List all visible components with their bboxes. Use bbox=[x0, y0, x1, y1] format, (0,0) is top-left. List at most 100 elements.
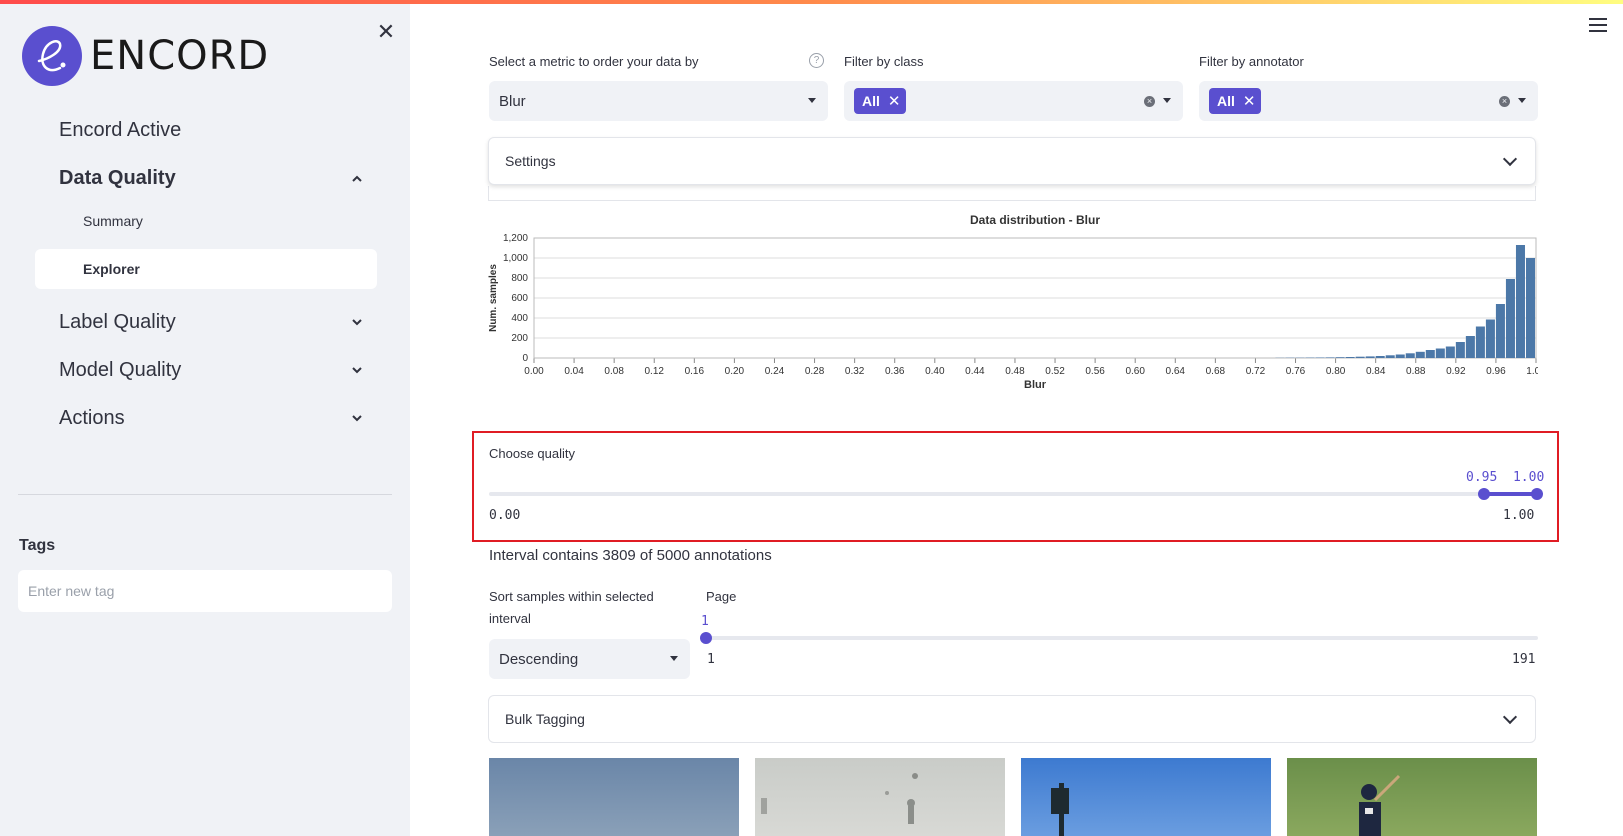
sidebar-item-label: Model Quality bbox=[59, 358, 182, 381]
chart-bar bbox=[1465, 336, 1475, 358]
chart-x-tick-label: 0.88 bbox=[1406, 366, 1426, 377]
chevron-up-icon bbox=[350, 171, 364, 185]
chart-bar bbox=[1405, 353, 1415, 358]
chart-bar bbox=[1515, 245, 1525, 358]
quality-slider-high-handle[interactable] bbox=[1531, 488, 1543, 500]
sidebar-subitem-explorer[interactable]: Explorer bbox=[83, 261, 140, 277]
quality-slider-low-handle[interactable] bbox=[1478, 488, 1490, 500]
chart-bar bbox=[1415, 351, 1425, 358]
chart-x-tick-label: 0.00 bbox=[524, 366, 544, 377]
settings-expander-tail bbox=[488, 186, 1536, 201]
encord-logo: ENCORD bbox=[22, 26, 269, 86]
chart-x-tick-label: 0.36 bbox=[885, 366, 905, 377]
chart-y-tick-label: 1,200 bbox=[503, 233, 528, 244]
sidebar-item-data-quality[interactable]: Data Quality bbox=[59, 162, 364, 194]
caret-down-icon bbox=[808, 98, 816, 103]
chart-x-tick-label: 0.12 bbox=[645, 366, 665, 377]
chart-bar bbox=[1385, 355, 1395, 358]
sample-thumbnail[interactable] bbox=[1021, 758, 1271, 836]
chart-x-tick-label: 0.16 bbox=[685, 366, 705, 377]
chart-x-tick-label: 0.72 bbox=[1246, 366, 1266, 377]
chart-bar bbox=[1505, 279, 1515, 358]
chart-title: Data distribution - Blur bbox=[970, 213, 1100, 227]
chart-y-tick-label: 1,000 bbox=[503, 253, 528, 264]
settings-label: Settings bbox=[505, 153, 556, 169]
class-filter-multiselect[interactable]: All ✕ × bbox=[844, 81, 1183, 121]
chart-x-tick-label: 0.08 bbox=[604, 366, 624, 377]
chart-x-tick-label: 0.76 bbox=[1286, 366, 1306, 377]
metric-select[interactable]: Blur bbox=[489, 81, 828, 121]
bulk-tagging-expander[interactable]: Bulk Tagging bbox=[488, 695, 1536, 743]
chart-bar bbox=[1485, 319, 1495, 358]
clear-selection-icon[interactable]: × bbox=[1499, 96, 1510, 107]
remove-chip-icon[interactable]: ✕ bbox=[888, 92, 901, 110]
logo-mark-icon bbox=[22, 26, 82, 86]
remove-chip-icon[interactable]: ✕ bbox=[1243, 92, 1256, 110]
annotator-filter-label: Filter by annotator bbox=[1199, 54, 1304, 69]
chart-x-tick-label: 0.64 bbox=[1166, 366, 1186, 377]
chart-bar bbox=[1495, 304, 1505, 358]
close-sidebar-icon[interactable]: ✕ bbox=[374, 20, 398, 44]
chart-y-tick-label: 600 bbox=[511, 293, 528, 304]
chart-bar bbox=[1345, 357, 1355, 358]
chart-x-tick-label: 0.44 bbox=[965, 366, 985, 377]
chart-y-tick-label: 0 bbox=[522, 353, 528, 364]
chart-bar bbox=[1395, 354, 1405, 358]
page-max-label: 191 bbox=[1512, 652, 1536, 667]
quality-min-label: 0.00 bbox=[489, 508, 521, 523]
page-slider-track[interactable] bbox=[706, 636, 1538, 640]
chart-svg: 0 200 400 600 800 1,000 1,200 0.00 0.04 0.08 0.12 0… bbox=[488, 213, 1546, 391]
chart-x-tick-label: 0.56 bbox=[1085, 366, 1105, 377]
sidebar-subitem-summary[interactable]: Summary bbox=[83, 213, 143, 229]
metric-select-value: Blur bbox=[499, 92, 526, 110]
main-menu-icon[interactable] bbox=[1589, 18, 1607, 32]
sample-thumbnail[interactable] bbox=[489, 758, 739, 836]
quality-slider-track[interactable] bbox=[489, 492, 1538, 496]
chart-x-tick-label: 0.04 bbox=[564, 366, 584, 377]
sidebar-item-actions[interactable]: Actions bbox=[59, 402, 364, 434]
sample-thumbnail[interactable] bbox=[755, 758, 1005, 836]
page-slider-handle[interactable] bbox=[700, 632, 712, 644]
chart-bar bbox=[1525, 258, 1535, 358]
sidebar-item-label: Label Quality bbox=[59, 310, 176, 333]
chevron-down-icon bbox=[1502, 151, 1518, 166]
chart-bar bbox=[1325, 357, 1335, 358]
chart-x-tick-label: 0.32 bbox=[845, 366, 865, 377]
sample-thumbnail[interactable] bbox=[1287, 758, 1537, 836]
sort-order-select[interactable]: Descending bbox=[489, 639, 690, 679]
help-icon[interactable]: ? bbox=[809, 53, 824, 68]
sidebar-divider bbox=[18, 494, 392, 495]
chart-x-axis-label: Blur bbox=[1024, 379, 1047, 391]
settings-expander[interactable]: Settings bbox=[488, 137, 1536, 185]
bulk-tagging-label: Bulk Tagging bbox=[505, 711, 585, 727]
interval-info-text: Interval contains 3809 of 5000 annotatio… bbox=[489, 547, 772, 564]
chart-bar bbox=[1445, 346, 1455, 358]
sidebar-item-label-quality[interactable]: Label Quality bbox=[59, 306, 364, 338]
clear-selection-icon[interactable]: × bbox=[1144, 96, 1155, 107]
chip-label: All bbox=[862, 93, 880, 109]
quality-value-text: 0.95 1.00 bbox=[1466, 470, 1545, 485]
quality-slider-box bbox=[472, 431, 1559, 542]
chart-x-tick-label: 0.24 bbox=[765, 366, 785, 377]
class-filter-chip[interactable]: All ✕ bbox=[854, 88, 907, 114]
sidebar-item-label: Encord Active bbox=[59, 118, 182, 141]
sidebar-item-label: Data Quality bbox=[59, 166, 176, 189]
sidebar-item-encord-active[interactable]: Encord Active bbox=[59, 114, 364, 146]
chart-x-tick-label: 1.00 bbox=[1526, 366, 1538, 377]
chart-x-tick-label: 0.48 bbox=[1005, 366, 1025, 377]
chevron-down-icon bbox=[350, 363, 364, 377]
chart-bar bbox=[1375, 356, 1385, 358]
page-min-label: 1 bbox=[707, 652, 715, 667]
annotator-filter-chip[interactable]: All ✕ bbox=[1209, 88, 1262, 114]
chart-x-tick-label: 0.40 bbox=[925, 366, 945, 377]
logo-wordmark: ENCORD bbox=[90, 33, 270, 79]
sidebar-item-model-quality[interactable]: Model Quality bbox=[59, 354, 364, 386]
chart-x-tick-label: 0.80 bbox=[1326, 366, 1346, 377]
chart-x-tick-label: 0.60 bbox=[1125, 366, 1145, 377]
annotator-filter-multiselect[interactable]: All ✕ × bbox=[1199, 81, 1538, 121]
new-tag-input[interactable] bbox=[18, 570, 392, 612]
chart-bar bbox=[1315, 357, 1325, 358]
chart-x-tick-label: 0.84 bbox=[1366, 366, 1386, 377]
chart-bar bbox=[1435, 348, 1445, 358]
metric-select-label: Select a metric to order your data by bbox=[489, 54, 699, 69]
